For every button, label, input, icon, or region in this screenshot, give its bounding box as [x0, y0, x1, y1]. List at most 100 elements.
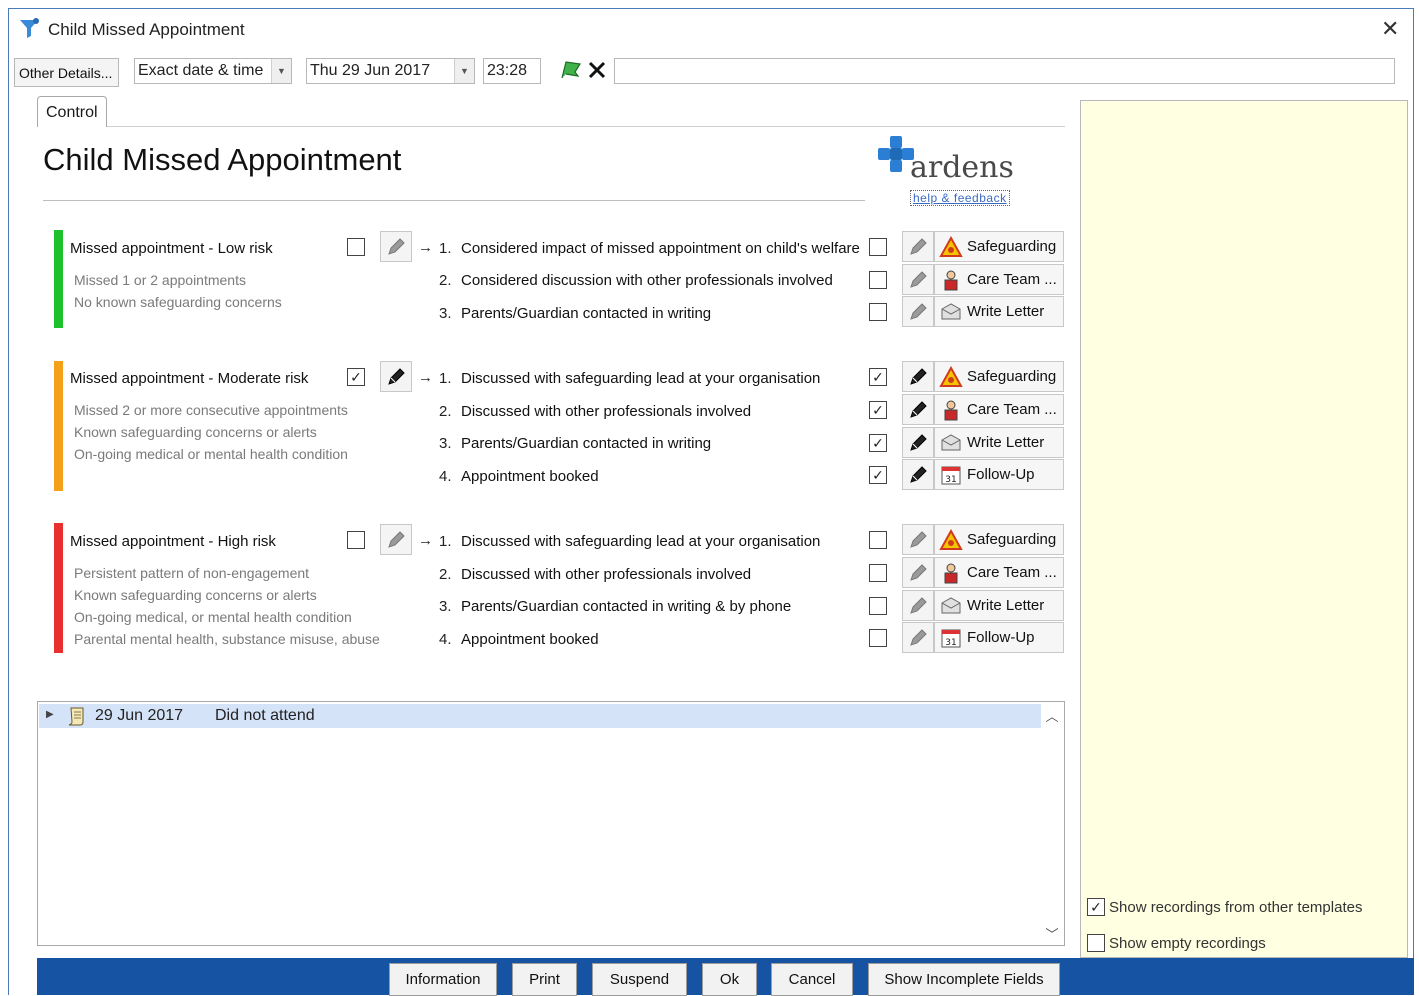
- write-letter-button[interactable]: Write Letter: [934, 427, 1064, 458]
- close-icon[interactable]: ✕: [1381, 17, 1399, 41]
- item-edit-button[interactable]: [902, 296, 934, 327]
- action-label: Write Letter: [967, 303, 1045, 320]
- risk-checkbox-moderate[interactable]: ✓: [347, 368, 365, 386]
- history-text: Did not attend: [215, 707, 315, 724]
- history-list[interactable]: [37, 701, 1065, 946]
- safeguarding-button[interactable]: Safeguarding: [934, 231, 1064, 262]
- item-text: Parents/Guardian contacted in writing & …: [461, 598, 792, 615]
- item-checkbox[interactable]: [869, 271, 887, 289]
- safeguarding-button[interactable]: Safeguarding: [934, 361, 1064, 392]
- edit-pencil-button[interactable]: [380, 524, 412, 555]
- edit-pencil-button[interactable]: [380, 231, 412, 262]
- item-checkbox[interactable]: [869, 531, 887, 549]
- action-label: Safeguarding: [967, 238, 1057, 255]
- scroll-document-icon: [68, 707, 84, 726]
- chevron-down-icon[interactable]: ▼: [454, 59, 474, 83]
- other-details-button[interactable]: Other Details...: [14, 58, 119, 87]
- action-label: Care Team ...: [967, 564, 1057, 581]
- pencil-icon: [910, 628, 927, 646]
- cancel-button[interactable]: Cancel: [771, 963, 853, 996]
- follow-up-button[interactable]: 31 Follow-Up: [934, 459, 1064, 490]
- pencil-icon: [388, 237, 405, 255]
- ardens-logo-text: ardens: [910, 150, 1014, 185]
- item-edit-button[interactable]: [902, 590, 934, 621]
- suspend-button[interactable]: Suspend: [592, 963, 687, 996]
- time-input[interactable]: 23:28: [483, 58, 541, 84]
- risk-desc: Missed 1 or 2 appointments: [74, 272, 246, 288]
- item-edit-button[interactable]: [902, 394, 934, 425]
- chevron-up-icon[interactable]: ︿: [1042, 706, 1062, 725]
- help-feedback-link[interactable]: help & feedback: [910, 190, 1010, 206]
- item-checkbox[interactable]: [869, 564, 887, 582]
- risk-checkbox-low[interactable]: [347, 238, 365, 256]
- date-mode-select[interactable]: Exact date & time ▼: [134, 58, 292, 84]
- expand-triangle-icon[interactable]: ▶: [46, 709, 54, 720]
- care-team-button[interactable]: Care Team ...: [934, 264, 1064, 295]
- pencil-icon: [910, 596, 927, 614]
- item-edit-button[interactable]: [902, 427, 934, 458]
- risk-title-moderate: Missed appointment - Moderate risk: [70, 370, 309, 387]
- item-number: 3.: [439, 435, 452, 452]
- item-text: Considered discussion with other profess…: [461, 272, 833, 289]
- risk-title-low: Missed appointment - Low risk: [70, 240, 273, 257]
- item-edit-button[interactable]: [902, 264, 934, 295]
- pencil-icon: [910, 367, 927, 385]
- item-edit-button[interactable]: [902, 622, 934, 653]
- item-edit-button[interactable]: [902, 557, 934, 588]
- item-number: 3.: [439, 305, 452, 322]
- item-checkbox[interactable]: [869, 629, 887, 647]
- care-team-button[interactable]: Care Team ...: [934, 394, 1064, 425]
- edit-pencil-button[interactable]: [380, 361, 412, 392]
- item-number: 2.: [439, 403, 452, 420]
- print-button[interactable]: Print: [512, 963, 577, 996]
- item-checkbox[interactable]: ✓: [869, 368, 887, 386]
- item-number: 1.: [439, 370, 452, 387]
- note-input[interactable]: [614, 58, 1395, 84]
- show-empty-checkbox[interactable]: [1087, 934, 1105, 952]
- item-checkbox[interactable]: [869, 238, 887, 256]
- pencil-icon: [910, 400, 927, 418]
- pencil-icon: [910, 433, 927, 451]
- action-label: Safeguarding: [967, 531, 1057, 548]
- item-checkbox[interactable]: ✓: [869, 401, 887, 419]
- item-edit-button[interactable]: [902, 361, 934, 392]
- risk-desc: Known safeguarding concerns or alerts: [74, 587, 317, 603]
- item-checkbox[interactable]: [869, 597, 887, 615]
- risk-desc: No known safeguarding concerns: [74, 294, 282, 310]
- svg-text:31: 31: [945, 638, 956, 648]
- date-select[interactable]: Thu 29 Jun 2017 ▼: [306, 58, 475, 84]
- item-checkbox[interactable]: [869, 303, 887, 321]
- safeguarding-button[interactable]: Safeguarding: [934, 524, 1064, 555]
- write-letter-icon: [941, 596, 961, 613]
- item-number: 1.: [439, 240, 452, 257]
- care-team-icon: [944, 270, 958, 290]
- item-checkbox[interactable]: ✓: [869, 466, 887, 484]
- write-letter-button[interactable]: Write Letter: [934, 590, 1064, 621]
- care-team-button[interactable]: Care Team ...: [934, 557, 1064, 588]
- confirm-flag-icon[interactable]: [558, 58, 584, 82]
- risk-checkbox-high[interactable]: [347, 531, 365, 549]
- clear-x-icon[interactable]: [586, 59, 608, 81]
- item-number: 2.: [439, 272, 452, 289]
- show-other-templates-checkbox[interactable]: ✓: [1087, 898, 1105, 916]
- history-row[interactable]: [39, 704, 1041, 728]
- item-edit-button[interactable]: [902, 524, 934, 555]
- time-value: 23:28: [487, 62, 528, 79]
- right-info-panel: [1080, 100, 1408, 958]
- risk-bar-moderate: [54, 361, 63, 491]
- item-edit-button[interactable]: [902, 231, 934, 262]
- item-number: 3.: [439, 598, 452, 615]
- show-incomplete-fields-button[interactable]: Show Incomplete Fields: [868, 963, 1060, 996]
- tab-control[interactable]: Control: [37, 96, 107, 127]
- chevron-down-icon[interactable]: ▼: [271, 59, 291, 83]
- ok-button[interactable]: Ok: [702, 963, 757, 996]
- item-edit-button[interactable]: [902, 459, 934, 490]
- follow-up-button[interactable]: 31 Follow-Up: [934, 622, 1064, 653]
- item-text: Discussed with safeguarding lead at your…: [461, 533, 821, 550]
- write-letter-button[interactable]: Write Letter: [934, 296, 1064, 327]
- history-scrollbar[interactable]: ︿ ﹀: [1042, 704, 1062, 944]
- information-button[interactable]: Information: [389, 963, 497, 996]
- chevron-down-icon[interactable]: ﹀: [1042, 924, 1062, 943]
- item-checkbox[interactable]: ✓: [869, 434, 887, 452]
- risk-bar-low: [54, 230, 63, 328]
